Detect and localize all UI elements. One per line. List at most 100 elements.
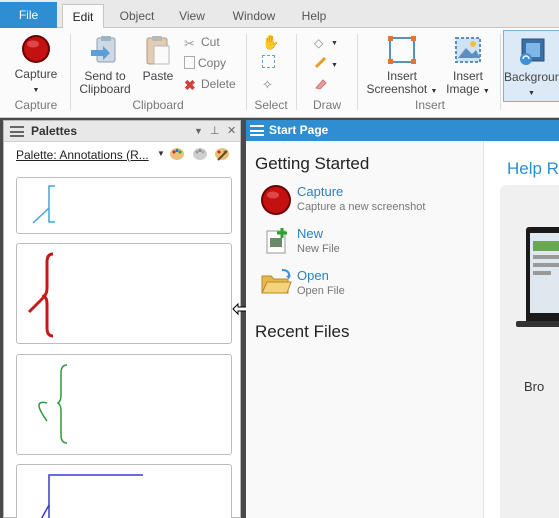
divider [500,34,501,110]
hand-icon: ✋ [262,34,280,50]
start-new-item[interactable]: New New File [260,226,480,264]
tab-object[interactable]: Object [112,4,162,28]
help-resources-column: Help Re Bro [484,141,559,518]
blue-bracket-callout-icon [32,185,55,224]
delete-label: Delete [201,77,236,91]
tab-edit[interactable]: Edit [62,4,104,29]
copy-button[interactable]: Copy [184,54,226,72]
chevron-down-icon: ▼ [331,40,338,47]
chevron-down-icon[interactable]: ▼ [157,149,165,158]
paste-button[interactable]: Paste [140,32,176,83]
capture-button[interactable]: Capture ▼ [8,32,64,95]
tab-view[interactable]: View [172,4,212,28]
insert-screenshot-label-2: Screenshot ▼ [366,82,438,96]
palette-item-green-callout[interactable] [16,354,232,455]
pin-icon[interactable]: ⊥ [210,124,220,137]
magic-wand-icon: ✧ [262,77,273,92]
group-label-clipboard: Clipboard [132,98,184,112]
getting-started-column: Getting Started Capture Capture a new sc… [246,141,483,518]
copy-icon [184,56,195,69]
fill-button[interactable]: ◇ ▼ [314,32,338,50]
cut-button[interactable]: ✂ Cut [184,33,220,51]
device-image [516,227,559,327]
start-capture-title[interactable]: Capture [297,184,343,199]
delete-button[interactable]: ✖ Delete [184,75,236,93]
paint-bucket-icon: ◇ [314,36,324,50]
start-open-item[interactable]: Open Open File [260,268,480,306]
divider [296,34,297,110]
help-resources-heading: Help Re [507,159,559,178]
blue-line-callout-icon [40,474,143,518]
start-new-title[interactable]: New [297,226,323,241]
start-capture-item[interactable]: Capture Capture a new screenshot [260,184,480,222]
capture-record-icon [261,185,291,215]
group-label-draw: Draw [312,98,341,112]
palette-selector-row: Palette: Annotations (R... ▼ [4,142,240,168]
pen-button[interactable]: ▼ [314,54,338,72]
insert-image-label-2: Image ▼ [446,82,490,96]
palette-item-blue-arrow[interactable] [16,464,232,518]
start-page: Start Page Getting Started Capture Captu… [246,120,559,518]
eraser-button[interactable] [314,76,331,94]
promo-card[interactable]: Bro [500,185,559,518]
start-open-desc: Open File [297,285,345,297]
pencil-icon [314,56,327,69]
divider [357,34,358,110]
new-file-icon [266,228,287,254]
tab-help[interactable]: Help [296,4,332,28]
start-page-header: Start Page [246,120,559,141]
insert-screenshot-icon [388,36,416,64]
copy-label: Copy [198,56,227,70]
group-label-capture: Capture [14,98,58,112]
chevron-down-icon: ▼ [32,87,40,94]
pan-hand-button[interactable]: ✋ [262,32,279,50]
start-page-title: Start Page [269,123,329,137]
green-brace-callout-icon [38,364,68,444]
menu-icon[interactable] [250,125,264,136]
promo-label[interactable]: Bro [524,379,544,394]
palettes-header: Palettes ▼ ⊥ ✕ [4,121,240,142]
menu-tab-bar: File Edit Object View Window Help [0,0,559,29]
ribbon: Capture ▼ Capture Send to Clipboard Past… [0,28,559,118]
menu-icon[interactable] [10,126,24,137]
dropdown-icon[interactable]: ▼ [194,126,203,136]
group-label-select: Select [254,98,288,112]
insert-image-button[interactable]: Insert Image ▼ [442,32,494,98]
background-button[interactable]: Backgroun ▼ [503,30,559,102]
open-folder-icon [261,269,292,294]
palette-select[interactable]: Palette: Annotations (R... [16,148,149,162]
background-label: Backgroun [504,70,559,84]
delete-x-icon: ✖ [184,77,196,93]
palette-edit-icon[interactable] [214,146,230,162]
start-open-title[interactable]: Open [297,268,329,283]
tab-file[interactable]: File [0,2,57,28]
divider [70,34,71,110]
palettes-title: Palettes [31,124,78,138]
palette-gray-icon[interactable] [192,146,208,162]
magic-wand-button[interactable]: ✧ [262,74,279,92]
palette-icon[interactable] [169,146,185,162]
palettes-panel: Palettes ▼ ⊥ ✕ Palette: Annotations (R..… [3,120,241,518]
selection-rectangle-icon [262,55,275,68]
cut-label: Cut [201,35,220,49]
recent-files-heading: Recent Files [255,322,350,341]
close-icon[interactable]: ✕ [227,124,236,137]
start-capture-desc: Capture a new screenshot [297,201,426,213]
insert-screenshot-button[interactable]: Insert Screenshot ▼ [366,32,438,98]
red-brace-callout-icon [27,252,54,338]
tab-window[interactable]: Window [224,4,284,28]
paste-label: Paste [142,69,174,83]
chevron-down-icon: ▼ [331,62,338,69]
getting-started-heading: Getting Started [255,154,370,173]
capture-record-icon [22,35,50,63]
capture-label: Capture [14,67,58,81]
paste-icon [146,36,170,65]
palette-item-red-callout[interactable] [16,243,232,344]
palette-item-blue-callout[interactable] [16,177,232,234]
background-icon [519,38,544,65]
select-rectangle-button[interactable] [262,53,278,71]
send-to-clipboard-button[interactable]: Send to Clipboard [74,32,136,96]
group-label-insert: Insert [414,98,445,112]
scissors-icon: ✂ [184,36,195,51]
start-new-desc: New File [297,243,340,255]
